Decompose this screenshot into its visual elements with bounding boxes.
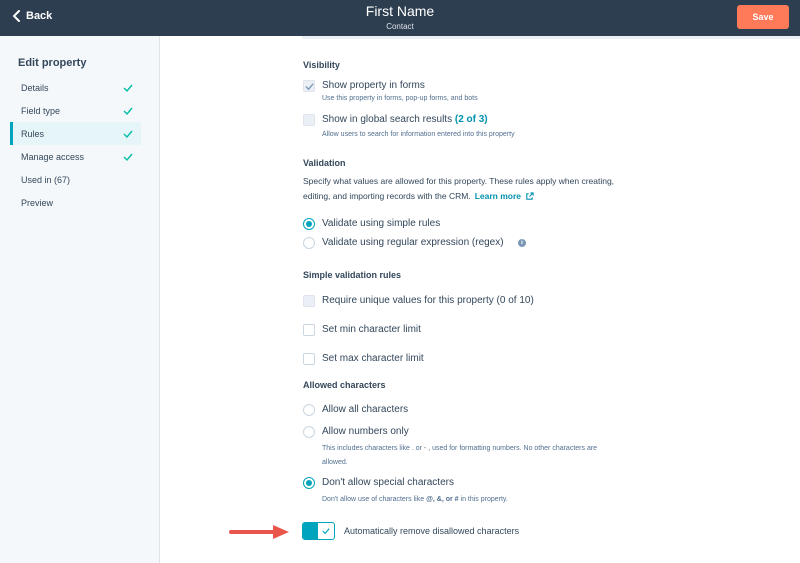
- show-in-forms-checkbox[interactable]: [303, 80, 315, 92]
- allowed-characters-heading: Allowed characters: [303, 380, 386, 390]
- numbers-only-radio[interactable]: [303, 426, 315, 438]
- no-special-help: Don't allow use of characters like @, &,…: [322, 493, 508, 507]
- no-special-help-chars: @, &, or #: [426, 496, 459, 503]
- simple-rules-radio[interactable]: [303, 218, 315, 230]
- content-top-edge: [302, 36, 800, 39]
- learn-more-link[interactable]: Learn more: [475, 188, 521, 204]
- top-bar: Back First Name Contact Save: [0, 0, 800, 36]
- global-search-count[interactable]: (2 of 3): [455, 114, 488, 125]
- sidebar-item-label: Rules: [21, 128, 45, 139]
- sidebar-item-preview[interactable]: Preview: [10, 191, 141, 214]
- unique-values-checkbox[interactable]: [303, 295, 315, 307]
- chevron-left-icon: [13, 10, 20, 22]
- sidebar: Edit property Details Field type Rules M…: [0, 36, 160, 563]
- allow-all-label: Allow all characters: [322, 404, 409, 415]
- sidebar-item-rules[interactable]: Rules: [10, 122, 141, 145]
- no-special-label: Don't allow special characters: [322, 477, 454, 488]
- info-icon[interactable]: i: [518, 239, 526, 247]
- numbers-only-help-line1: This includes characters like . or - , u…: [322, 445, 598, 452]
- sidebar-nav: Details Field type Rules Manage access U…: [10, 76, 141, 214]
- simple-rules-heading: Simple validation rules: [303, 270, 402, 280]
- sidebar-item-label: Field type: [21, 105, 61, 116]
- validation-description-line2: editing, and importing records with the …: [303, 191, 471, 201]
- visibility-heading: Visibility: [303, 60, 340, 70]
- toggle-check-area: [318, 523, 334, 539]
- sidebar-item-label: Details: [21, 82, 49, 93]
- global-search-label: Show in global search results: [322, 114, 453, 125]
- title-block: First Name Contact: [300, 3, 500, 31]
- no-special-help-after: in this property.: [458, 496, 508, 503]
- page-title: First Name: [365, 3, 435, 19]
- toggle-knob: [303, 523, 318, 539]
- max-char-label: Set max character limit: [322, 353, 424, 364]
- global-search-help: Allow users to search for information en…: [322, 131, 515, 138]
- no-special-radio[interactable]: [303, 477, 315, 489]
- regex-radio[interactable]: [303, 237, 315, 249]
- checkmark-icon: [123, 153, 133, 161]
- global-search-label-row: Show in global search results (2 of 3): [322, 114, 488, 125]
- show-in-forms-label: Show property in forms: [322, 80, 425, 91]
- back-button[interactable]: Back: [12, 10, 52, 22]
- show-in-forms-help: Use this property in forms, pop-up forms…: [322, 95, 478, 102]
- sidebar-item-label: Preview: [21, 197, 54, 208]
- checkmark-icon: [304, 82, 314, 90]
- validation-description-line2-row: editing, and importing records with the …: [303, 188, 534, 204]
- min-char-label: Set min character limit: [322, 324, 421, 335]
- min-char-checkbox[interactable]: [303, 324, 315, 336]
- checkmark-icon: [123, 130, 133, 138]
- sidebar-item-used-in[interactable]: Used in (67): [10, 168, 141, 191]
- global-search-checkbox[interactable]: [303, 114, 315, 126]
- checkmark-icon: [322, 528, 330, 535]
- sidebar-item-label: Used in (67): [21, 174, 71, 185]
- no-special-help-before: Don't allow use of characters like: [322, 496, 427, 503]
- numbers-only-label: Allow numbers only: [322, 426, 409, 437]
- sidebar-heading: Edit property: [18, 57, 87, 69]
- external-link-icon[interactable]: [525, 191, 534, 201]
- auto-remove-label: Automatically remove disallowed characte…: [344, 526, 520, 536]
- validation-description-line1: Specify what values are allowed for this…: [303, 176, 615, 186]
- sidebar-item-field-type[interactable]: Field type: [10, 99, 141, 122]
- regex-label: Validate using regular expression (regex…: [322, 237, 504, 248]
- checkmark-icon: [123, 84, 133, 92]
- back-label: Back: [26, 10, 53, 22]
- numbers-only-help-line2: allowed.: [322, 459, 348, 466]
- validation-heading: Validation: [303, 158, 346, 168]
- simple-rules-label: Validate using simple rules: [322, 218, 441, 229]
- max-char-checkbox[interactable]: [303, 353, 315, 365]
- save-button[interactable]: Save: [737, 5, 789, 29]
- sidebar-item-manage-access[interactable]: Manage access: [10, 145, 141, 168]
- unique-values-label: Require unique values for this property …: [322, 295, 534, 306]
- sidebar-item-label: Manage access: [21, 151, 85, 162]
- checkmark-icon: [123, 107, 133, 115]
- sidebar-item-details[interactable]: Details: [10, 76, 141, 99]
- page-subtitle: Contact: [386, 22, 414, 31]
- allow-all-radio[interactable]: [303, 404, 315, 416]
- annotation-arrow-icon: [229, 525, 289, 539]
- auto-remove-toggle[interactable]: [302, 522, 335, 540]
